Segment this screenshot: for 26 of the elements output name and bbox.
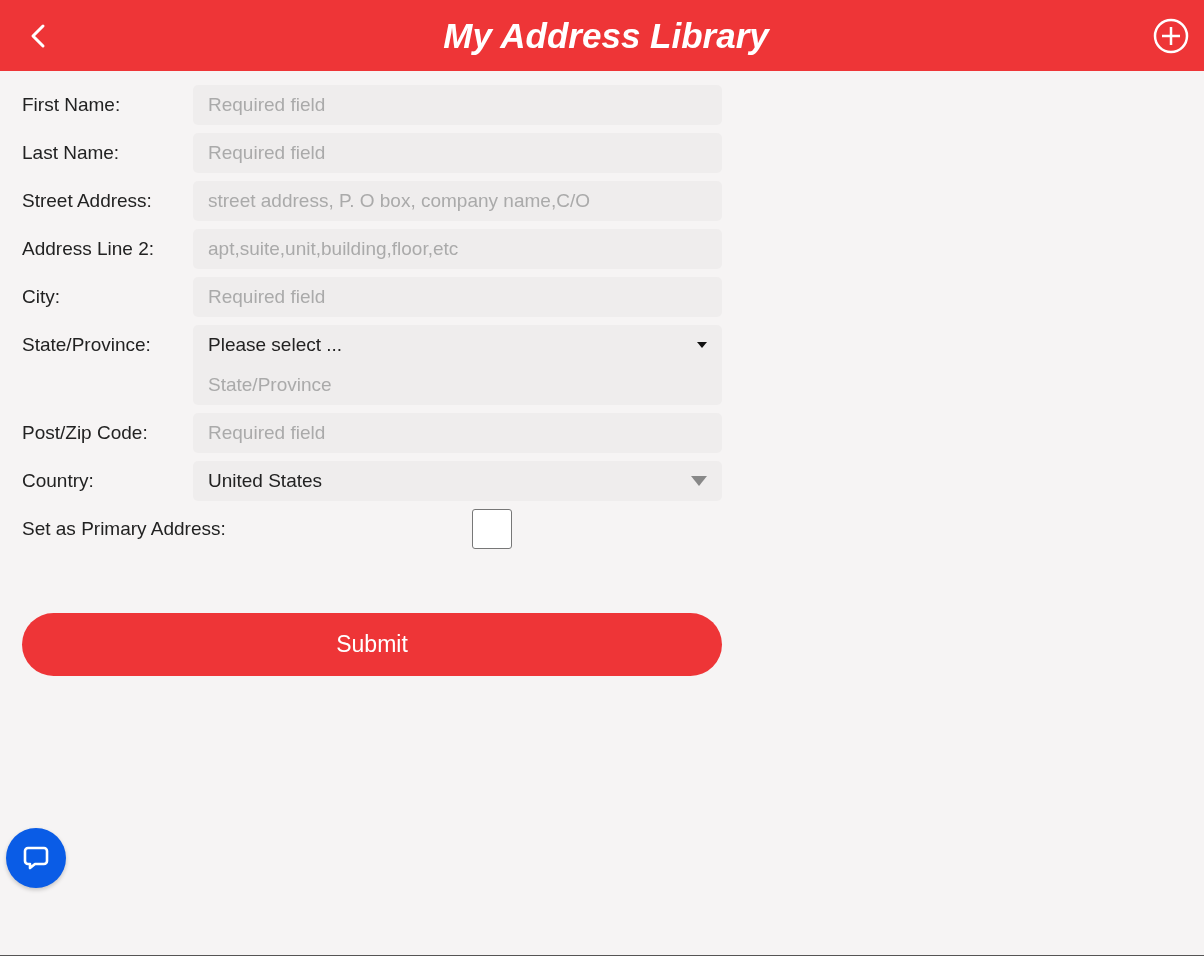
field-label: Post/Zip Code:	[22, 421, 149, 445]
field-label: State/Province:	[22, 333, 152, 357]
input-field[interactable]: apt,suite,unit,building,floor,etc	[193, 229, 722, 269]
input-field[interactable]: State/Province	[193, 365, 722, 405]
input-field[interactable]: Required field	[193, 277, 722, 317]
select-field[interactable]: Please select ...	[193, 325, 722, 365]
field-label: Set as Primary Address:	[22, 517, 227, 541]
submit-button[interactable]: Submit	[22, 613, 722, 676]
page-title: My Address Library	[442, 15, 771, 56]
field-label: Street Address:	[22, 189, 153, 213]
checkbox[interactable]	[472, 509, 512, 549]
chat-button[interactable]	[6, 828, 66, 888]
field-label: Address Line 2:	[22, 237, 156, 261]
select-field[interactable]: United States	[193, 461, 722, 501]
speech-bubble-icon	[22, 844, 50, 872]
dropdown-caret-icon	[697, 342, 707, 348]
field-label: First Name:	[22, 93, 122, 117]
input-field[interactable]: Required field	[193, 133, 722, 173]
field-label: Country:	[22, 469, 95, 493]
add-icon[interactable]	[1152, 16, 1190, 55]
input-field[interactable]: Required field	[193, 85, 722, 125]
field-label: Last Name:	[22, 141, 121, 165]
dropdown-caret-icon	[691, 476, 707, 486]
input-field[interactable]: Required field	[193, 413, 722, 453]
input-field[interactable]: street address, P. O box, company name,C/O	[193, 181, 722, 221]
field-label: City:	[22, 285, 61, 309]
